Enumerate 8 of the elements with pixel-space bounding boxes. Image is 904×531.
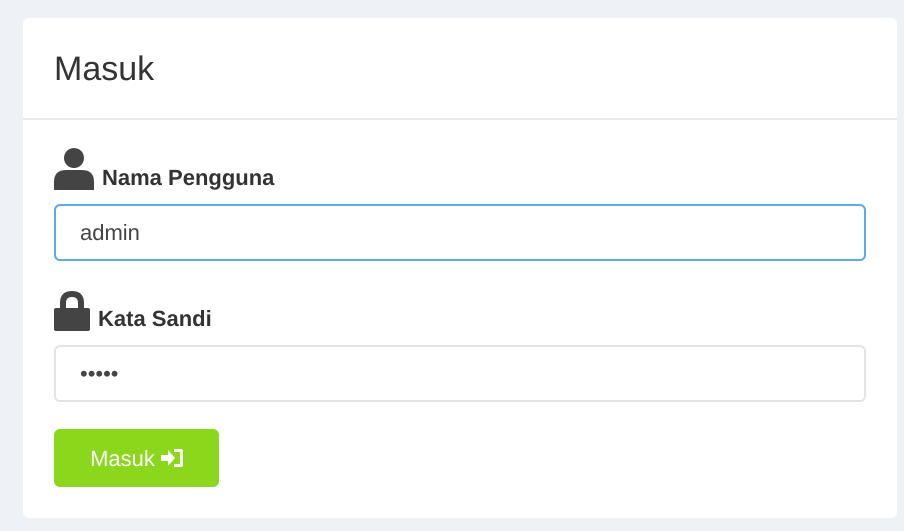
password-field[interactable]: ••••• — [54, 345, 866, 402]
field-label: Nama Pengguna — [102, 167, 274, 190]
user-icon — [54, 148, 94, 190]
lock-icon — [54, 291, 90, 331]
username-field[interactable]: admin — [54, 204, 866, 261]
field-label: Kata Sandi — [98, 308, 212, 331]
panel-title: Masuk — [54, 48, 154, 90]
sign-in-icon — [160, 449, 183, 467]
